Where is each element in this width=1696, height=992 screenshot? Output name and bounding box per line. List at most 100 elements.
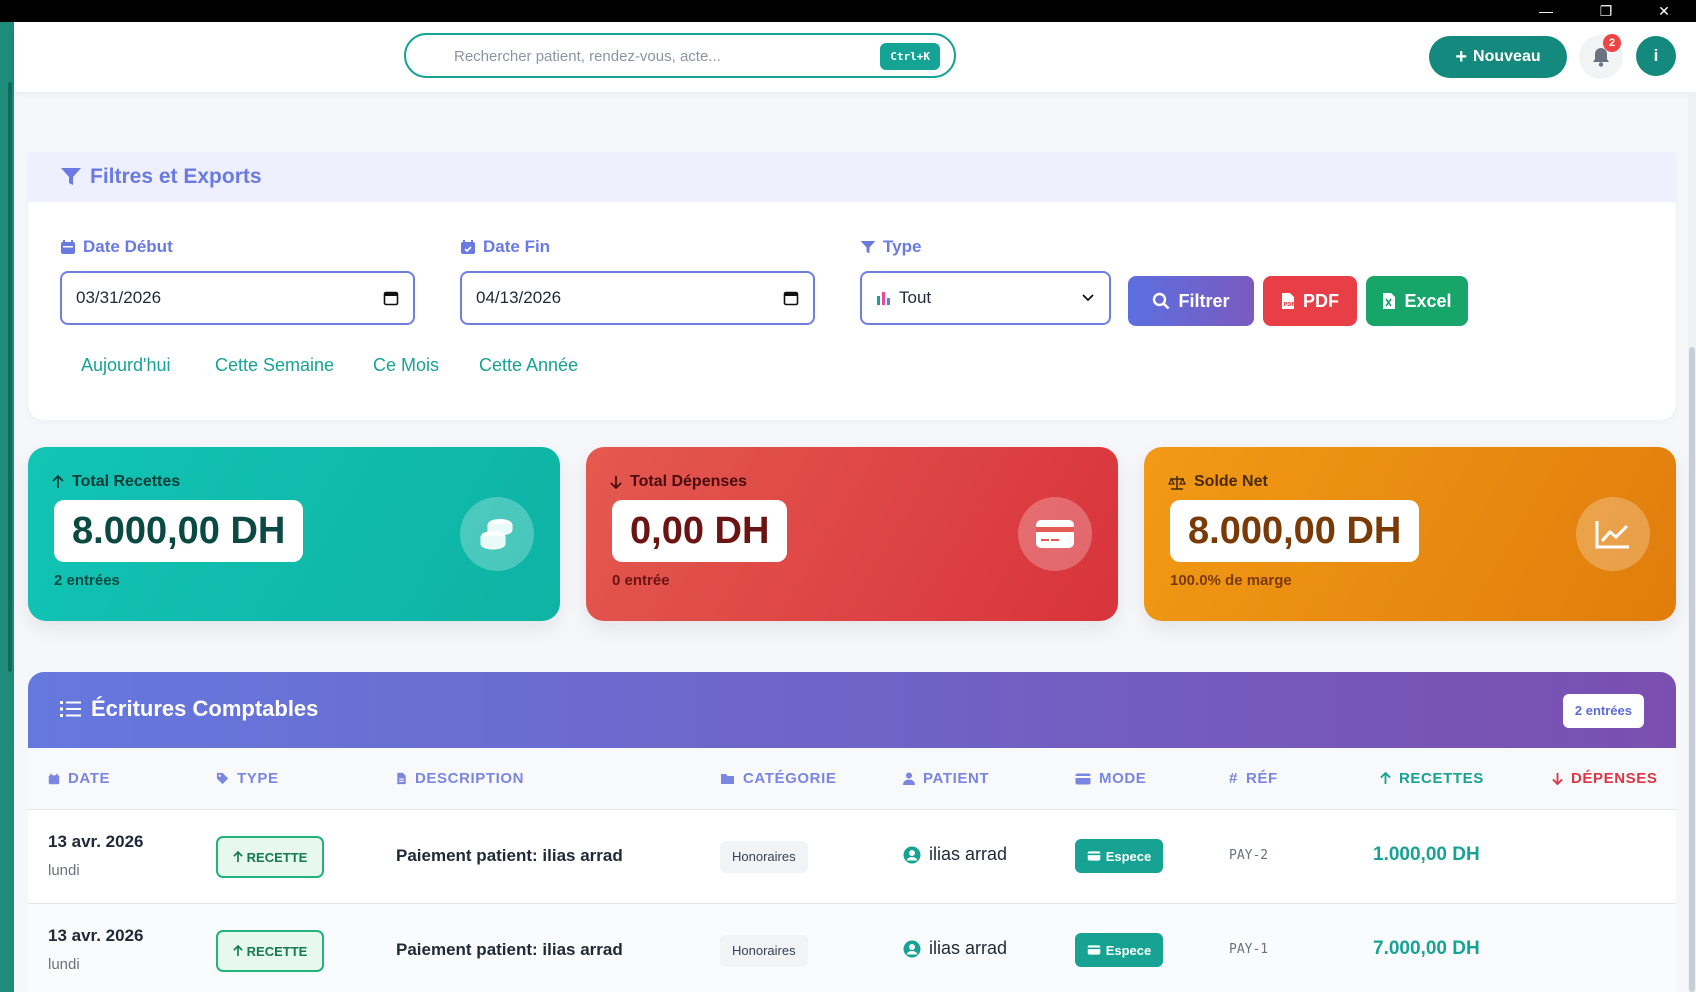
row-mode-label: Espece (1105, 942, 1152, 958)
row-mode-badge: Espece (1075, 839, 1163, 873)
column-patient-label: PATIENT (923, 770, 990, 787)
search-shortcut-badge: Ctrl+K (880, 43, 940, 70)
row-recette-amount: 1.000,00 DH (1373, 844, 1480, 865)
column-patient[interactable]: PATIENT (903, 770, 989, 787)
total-recettes-value: 8.000,00 DH (54, 500, 304, 562)
funnel-icon (860, 240, 876, 253)
calendar-picker-icon[interactable] (383, 290, 399, 306)
row-date: 13 avr. 2026 (48, 832, 144, 851)
restore-button[interactable]: ❐ (1586, 0, 1626, 22)
row-type-label: RECETTE (246, 849, 308, 865)
column-type[interactable]: TYPE (216, 770, 279, 787)
hash-icon: # (1229, 770, 1238, 787)
page-scrollbar[interactable] (1688, 92, 1696, 992)
search-icon (1153, 292, 1170, 310)
arrow-down-icon (1552, 773, 1563, 785)
chevron-down-icon (1082, 294, 1094, 302)
row-ref: PAY-1 (1229, 942, 1269, 957)
solde-net-value: 8.000,00 DH (1170, 500, 1420, 562)
calendar-icon (48, 773, 60, 784)
quick-range-today[interactable]: Aujourd'hui (81, 355, 171, 376)
row-mode-badge: Espece (1075, 933, 1163, 967)
type-select[interactable]: Tout (860, 271, 1111, 325)
date-start-input[interactable]: 03/31/2026 (60, 271, 415, 325)
quick-range-year[interactable]: Cette Année (479, 355, 578, 376)
date-end-input[interactable]: 04/13/2026 (460, 271, 815, 325)
table-row[interactable]: 13 avr. 2026 lundi RECETTE Paiement pati… (28, 810, 1676, 904)
search-input[interactable] (454, 45, 854, 67)
solde-net-label: Solde Net (1168, 473, 1268, 491)
user-avatar[interactable]: i (1636, 36, 1676, 76)
search-bar[interactable]: Ctrl+K (404, 33, 956, 78)
total-recettes-card: Total Recettes 8.000,00 DH 2 entrées (28, 447, 560, 621)
row-patient[interactable]: ilias arrad (903, 938, 1007, 959)
row-day: lundi (48, 862, 80, 879)
funnel-icon (61, 168, 81, 185)
column-depenses[interactable]: DÉPENSES (1552, 770, 1658, 787)
column-recettes-label: RECETTES (1399, 770, 1484, 787)
entries-count-badge: 2 entrées (1562, 694, 1644, 728)
bar-chart-icon (877, 291, 890, 305)
total-recettes-label-text: Total Recettes (72, 473, 181, 490)
balance-scale-icon (1168, 475, 1186, 490)
pdf-file-icon: PDF (1282, 293, 1295, 309)
column-mode-label: MODE (1099, 770, 1147, 787)
row-date: 13 avr. 2026 (48, 926, 144, 945)
column-description[interactable]: DESCRIPTION (396, 770, 524, 787)
type-select-value: Tout (899, 288, 932, 307)
table-header-row: DATE TYPE DESCRIPTION CATÉGORIE PATIENT … (28, 748, 1676, 810)
column-mode[interactable]: MODE (1075, 770, 1146, 787)
total-depenses-card: Total Dépenses 0,00 DH 0 entrée (586, 447, 1118, 621)
pdf-export-button[interactable]: PDF PDF (1263, 276, 1357, 326)
credit-card-icon (1018, 497, 1092, 571)
column-date[interactable]: DATE (48, 770, 110, 787)
row-type-label: RECETTE (246, 943, 308, 959)
plus-icon: + (1455, 46, 1468, 68)
quick-range-week[interactable]: Cette Semaine (215, 355, 334, 376)
arrow-up-icon (1380, 772, 1391, 784)
user-circle-icon (903, 846, 921, 863)
excel-export-button[interactable]: Excel (1366, 276, 1468, 326)
excel-button-label: Excel (1404, 290, 1452, 311)
folder-icon (721, 773, 734, 784)
arrow-up-icon (232, 851, 243, 862)
column-recettes[interactable]: RECETTES (1380, 770, 1484, 787)
user-icon (903, 772, 915, 785)
svg-text:PDF: PDF (1284, 302, 1295, 308)
close-window-button[interactable]: ✕ (1644, 0, 1684, 22)
column-ref-label: RÉF (1245, 770, 1278, 787)
row-day: lundi (48, 956, 80, 973)
coins-icon (460, 497, 534, 571)
page-scrollbar-thumb[interactable] (1689, 347, 1695, 992)
row-category-badge: Honoraires (720, 935, 808, 967)
total-depenses-label-text: Total Dépenses (630, 473, 748, 490)
column-description-label: DESCRIPTION (415, 770, 525, 787)
arrow-up-icon (52, 475, 64, 488)
top-header: Ctrl+K + Nouveau 2 i (14, 22, 1696, 92)
column-category[interactable]: CATÉGORIE (720, 770, 836, 787)
total-depenses-label: Total Dépenses (610, 473, 747, 491)
table-row[interactable]: 13 avr. 2026 lundi RECETTE Paiement pati… (28, 904, 1676, 992)
filters-title: Filtres et Exports (60, 165, 262, 189)
arrow-down-icon (610, 476, 622, 489)
date-end-label: Date Fin (460, 237, 550, 257)
filters-header: Filtres et Exports (28, 152, 1676, 202)
sidebar-scrollbar[interactable] (8, 82, 12, 672)
column-category-label: CATÉGORIE (743, 770, 837, 787)
row-patient-name: ilias arrad (929, 844, 1008, 864)
new-button[interactable]: + Nouveau (1429, 36, 1567, 78)
entries-title: Écritures Comptables (60, 696, 318, 722)
solde-net-card: Solde Net 8.000,00 DH 100.0% de marge (1144, 447, 1676, 621)
column-ref[interactable]: # RÉF (1229, 770, 1278, 787)
total-depenses-value: 0,00 DH (612, 500, 788, 562)
quick-range-month[interactable]: Ce Mois (373, 355, 439, 376)
filter-button[interactable]: Filtrer (1128, 276, 1254, 326)
entries-panel: Écritures Comptables 2 entrées DATE TYPE… (28, 672, 1676, 992)
row-description: Paiement patient: ilias arrad (396, 940, 623, 959)
user-circle-icon (903, 940, 921, 957)
minimize-button[interactable]: — (1526, 0, 1566, 22)
row-patient[interactable]: ilias arrad (903, 844, 1007, 865)
total-recettes-label: Total Recettes (52, 473, 180, 491)
total-recettes-count: 2 entrées (54, 572, 120, 589)
calendar-picker-icon[interactable] (783, 290, 799, 306)
